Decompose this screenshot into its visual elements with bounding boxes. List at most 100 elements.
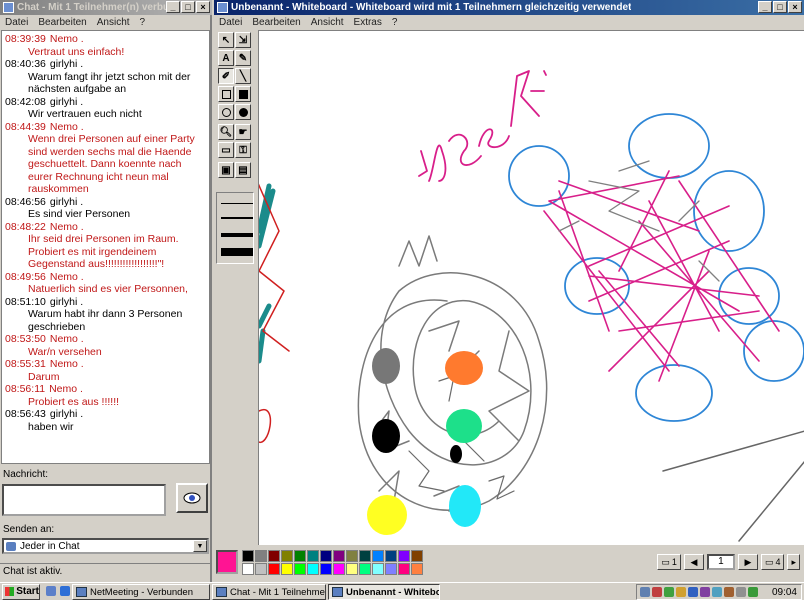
menu-extras[interactable]: Extras [349,17,387,28]
chat-icon [216,587,227,597]
select-window-tool[interactable]: ▤ [235,162,251,178]
color-swatch[interactable] [411,563,423,575]
previous-page-button[interactable]: ◀ [683,554,704,570]
chat-log[interactable]: 08:39:39 Nemo . Vertraut uns einfach! 08:40… [1,30,210,464]
message-time: 08:56:11 [5,383,46,395]
message-input[interactable] [2,484,166,516]
color-swatch[interactable] [320,563,332,575]
select-area-tool[interactable]: ▣ [218,162,234,178]
start-button[interactable]: Start [2,583,40,600]
color-swatch[interactable] [281,550,293,562]
minimize-button[interactable]: _ [758,1,772,13]
tray-icon-7[interactable] [712,587,722,597]
menu-datei[interactable]: Datei [214,17,247,28]
close-button[interactable]: × [196,1,210,13]
color-swatch[interactable] [411,550,423,562]
message-time: 08:51:10 [5,295,46,308]
maximize-button[interactable]: □ [181,1,195,13]
line-width-3[interactable] [221,233,253,237]
color-swatch[interactable] [359,563,371,575]
text-tool[interactable]: A [218,50,234,66]
tray-icon-8[interactable] [724,587,734,597]
menu-datei[interactable]: Datei [0,17,33,28]
color-swatch[interactable] [333,550,345,562]
color-swatch[interactable] [346,563,358,575]
line-width-4[interactable] [221,248,253,256]
whiteboard-icon [332,587,343,597]
unfilled-rectangle-tool[interactable] [218,86,234,102]
tray-icon-2[interactable] [652,587,662,597]
chat-message-header: 08:44:39 Nemo . [5,121,209,134]
zoom-select-tool[interactable]: ⇲ [235,32,251,48]
whiteboard-canvas[interactable] [258,30,804,545]
filled-rectangle-tool[interactable] [235,86,251,102]
tray-icon-5[interactable] [688,587,698,597]
browser-icon[interactable] [60,586,70,596]
eraser-tool[interactable]: ▭ [218,142,234,158]
color-swatch[interactable] [398,563,410,575]
tray-icon-4[interactable] [676,587,686,597]
zoom-tool[interactable]: 🔍︎ [218,124,234,140]
color-swatch[interactable] [294,550,306,562]
color-swatch[interactable] [359,550,371,562]
tray-icon-3[interactable] [664,587,674,597]
show-desktop-icon[interactable] [46,586,56,596]
chat-title-bar[interactable]: Chat - Mit 1 Teilnehmer(n) verbu... _ □ … [0,0,212,15]
minimize-button[interactable]: _ [166,1,180,13]
color-swatch[interactable] [372,550,384,562]
menu-help[interactable]: ? [387,17,403,28]
color-swatch[interactable] [372,563,384,575]
filled-ellipse-tool[interactable] [235,104,251,120]
first-page-button[interactable]: ▭ 1 [657,554,681,570]
tray-icon-6[interactable] [700,587,710,597]
color-swatch[interactable] [385,563,397,575]
color-swatch[interactable] [333,563,345,575]
tray-icon-1[interactable] [640,587,650,597]
pen-tool[interactable]: ✐ [218,68,234,84]
color-swatch[interactable] [268,563,280,575]
menu-ansicht[interactable]: Ansicht [92,17,135,28]
speaker-icon[interactable] [736,587,746,597]
color-swatch[interactable] [268,550,280,562]
highlighter-tool[interactable]: ✎ [235,50,251,66]
page-number-input[interactable]: 1 [706,554,735,570]
insert-page-button[interactable]: ▸ [787,554,800,570]
next-page-button[interactable]: ▶ [737,554,758,570]
color-swatch[interactable] [320,550,332,562]
color-swatch[interactable] [398,550,410,562]
maximize-button[interactable]: □ [773,1,787,13]
select-tool[interactable]: ↖ [218,32,234,48]
taskbar-chat[interactable]: Chat - Mit 1 Teilnehmer(... [212,584,326,600]
color-swatch[interactable] [346,550,358,562]
menu-bearbeiten[interactable]: Bearbeiten [247,17,305,28]
color-swatch[interactable] [281,563,293,575]
color-swatch[interactable] [242,563,254,575]
recipient-select[interactable]: Jeder in Chat ▼ [2,538,209,554]
chevron-down-icon[interactable]: ▼ [193,540,207,552]
menu-bearbeiten[interactable]: Bearbeiten [33,17,91,28]
close-button[interactable]: × [788,1,802,13]
lock-contents-tool[interactable]: ⚿ [235,142,251,158]
color-swatch[interactable] [294,563,306,575]
line-tool[interactable]: ╲ [235,68,251,84]
color-swatch[interactable] [307,550,319,562]
line-width-1[interactable] [221,203,253,204]
chat-message: 08:55:31 Nemo . Darum [5,358,209,383]
color-swatch[interactable] [307,563,319,575]
color-swatch[interactable] [255,563,267,575]
whiteboard-title-bar[interactable]: Unbenannt - Whiteboard - Whiteboard wird… [214,0,804,15]
taskbar-netmeeting[interactable]: NetMeeting - Verbunden [72,584,210,600]
color-swatch[interactable] [242,550,254,562]
remote-pointer-tool[interactable]: ☛ [235,124,251,140]
unfilled-ellipse-tool[interactable] [218,104,234,120]
send-button[interactable] [176,483,208,513]
last-page-button[interactable]: ▭ 4 [760,554,785,570]
network-icon[interactable] [748,587,758,597]
menu-help[interactable]: ? [135,17,151,28]
line-width-2[interactable] [221,217,253,219]
color-swatch[interactable] [255,550,267,562]
taskbar-whiteboard[interactable]: Unbenannt - Whitebo... [328,584,440,600]
color-swatch[interactable] [385,550,397,562]
chat-message-header: 08:42:08 girlyhi . [5,96,209,109]
menu-ansicht[interactable]: Ansicht [306,17,349,28]
